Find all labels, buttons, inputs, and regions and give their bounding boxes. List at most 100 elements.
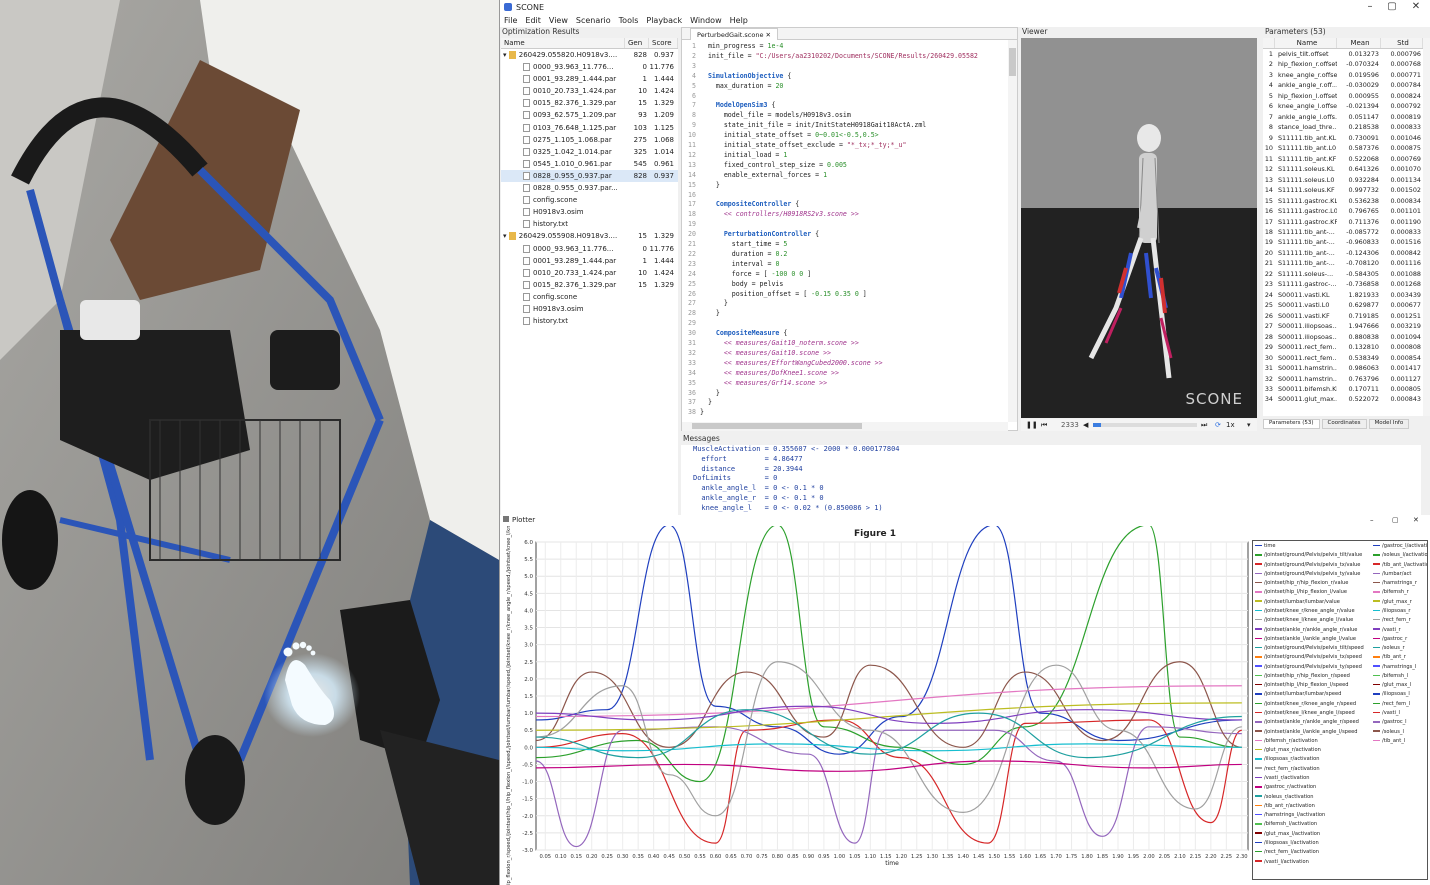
param-row[interactable]: 31 S00011.hamstrin... 0.986063 0.001417 xyxy=(1263,363,1423,373)
param-row[interactable]: 30 S00011.rect_fem... 0.538349 0.000854 xyxy=(1263,353,1423,363)
param-row[interactable]: 22 S11111.soleus-... -0.584305 0.001088 xyxy=(1263,269,1423,279)
param-row[interactable]: 16 S11111.gastroc.L0 0.796765 0.001101 xyxy=(1263,206,1423,216)
tree-row[interactable]: 0828_0.955_0.937.par... xyxy=(501,182,678,194)
tree-row[interactable]: config.scone xyxy=(501,194,678,206)
param-tab[interactable]: Coordinates xyxy=(1321,419,1367,429)
param-tab[interactable]: Parameters (53) xyxy=(1263,419,1320,429)
param-col-name[interactable]: Name xyxy=(1275,38,1337,48)
param-row[interactable]: 11 S11111.tib_ant.KF 0.522068 0.000769 xyxy=(1263,154,1423,164)
tree-row[interactable]: 0325_1.042_1.014.par 325 1.014 xyxy=(501,146,678,158)
plotter-maximize-button[interactable]: ▢ xyxy=(1392,515,1399,526)
frame-counter[interactable]: 2333 xyxy=(1061,419,1079,431)
speed-select[interactable]: 1x xyxy=(1226,419,1235,431)
param-row[interactable]: 14 S11111.soleus.KF 0.997732 0.001502 xyxy=(1263,185,1423,195)
legend-entry: /jointset/ground/Pelvis/pelvis_tx/value xyxy=(1255,562,1360,568)
col-name-header[interactable]: Name xyxy=(501,38,625,48)
tree-row[interactable]: 0001_93.289_1.444.par 1 1.444 xyxy=(501,73,678,85)
minimize-button[interactable]: – xyxy=(1358,0,1382,14)
rewind-start-icon[interactable]: ⏮ xyxy=(1041,419,1047,431)
param-row[interactable]: 1 pelvis_tilt.offset 0.013273 0.000796 xyxy=(1263,49,1423,59)
param-row[interactable]: 24 S00011.vasti.KL 1.821933 0.003439 xyxy=(1263,290,1423,300)
param-row[interactable]: 8 stance_load_thre... 0.218538 0.000833 xyxy=(1263,122,1423,132)
param-row[interactable]: 28 S00011.iliopsoas... 0.880838 0.001094 xyxy=(1263,332,1423,342)
editor-hscrollbar[interactable] xyxy=(682,422,1008,431)
tree-row[interactable]: 0103_76.648_1.125.par 103 1.125 xyxy=(501,122,678,134)
param-row[interactable]: 27 S00011.iliopsoas... 1.947666 0.003219 xyxy=(1263,321,1423,331)
param-row[interactable]: 15 S11111.gastroc.KL 0.536238 0.000834 xyxy=(1263,196,1423,206)
tree-row[interactable]: ▾ 260429.055908.H0918v3.... 15 1.329 xyxy=(501,230,678,242)
param-row[interactable]: 6 knee_angle_l.offset -0.021394 0.000792 xyxy=(1263,101,1423,111)
close-button[interactable]: ✕ xyxy=(1404,0,1428,14)
param-col-std[interactable]: Std xyxy=(1381,38,1423,48)
messages-log[interactable]: MuscleActivation = 0.355607 <- 2000 * 0.… xyxy=(681,445,1421,515)
tree-row[interactable]: 0001_93.289_1.444.par 1 1.444 xyxy=(501,255,678,267)
menu-playback[interactable]: Playback xyxy=(646,16,682,25)
tree-row[interactable]: config.scone xyxy=(501,291,678,303)
param-row[interactable]: 9 S11111.tib_ant.KL 0.730091 0.001046 xyxy=(1263,133,1423,143)
menu-edit[interactable]: Edit xyxy=(525,16,541,25)
tree-row[interactable]: 0015_82.376_1.329.par 15 1.329 xyxy=(501,97,678,109)
tree-row[interactable]: ▾ 260429.055820.H0918v3.... 828 0.937 xyxy=(501,49,678,61)
maximize-button[interactable]: ▢ xyxy=(1380,0,1404,14)
editor-vscrollbar[interactable] xyxy=(1008,40,1017,422)
tree-row[interactable]: 0275_1.105_1.068.par 275 1.068 xyxy=(501,134,678,146)
step-back-icon[interactable]: ◀ xyxy=(1083,419,1088,431)
param-tab[interactable]: Model Info xyxy=(1368,419,1410,429)
param-row[interactable]: 23 S11111.gastroc-... -0.736858 0.001268 xyxy=(1263,279,1423,289)
parameters-table[interactable]: Name Mean Std 1 pelvis_tilt.offset 0.01327… xyxy=(1263,38,1423,416)
param-row[interactable]: 21 S11111.tib_ant-... -0.708120 0.001116 xyxy=(1263,258,1423,268)
param-row[interactable]: 4 ankle_angle_r.off... -0.030029 0.000784 xyxy=(1263,80,1423,90)
tree-row[interactable]: 0000_93.963_11.776... 0 11.776 xyxy=(501,61,678,73)
param-row[interactable]: 2 hip_flexion_r.offset -0.070324 0.000768 xyxy=(1263,59,1423,69)
tree-row[interactable]: 0010_20.733_1.424.par 10 1.424 xyxy=(501,267,678,279)
param-row[interactable]: 19 S11111.tib_ant-... -0.960833 0.001516 xyxy=(1263,237,1423,247)
viewer-3d[interactable]: SCONE xyxy=(1021,38,1257,418)
param-col-mean[interactable]: Mean xyxy=(1337,38,1381,48)
param-row[interactable]: 34 S00011.glut_max... 0.522072 0.000843 xyxy=(1263,394,1423,404)
plotter-close-button[interactable]: ✕ xyxy=(1413,515,1419,526)
pause-icon[interactable]: ❚❚ xyxy=(1026,419,1038,431)
param-row[interactable]: 26 S00011.vasti.KF 0.719185 0.001251 xyxy=(1263,311,1423,321)
param-row[interactable]: 5 hip_flexion_l.offset 0.000955 0.000824 xyxy=(1263,91,1423,101)
col-score-header[interactable]: Score xyxy=(649,38,678,48)
playback-slider[interactable] xyxy=(1093,423,1197,427)
param-row[interactable]: 13 S11111.soleus.L0 0.932284 0.001134 xyxy=(1263,175,1423,185)
tree-row[interactable]: 0093_62.575_1.209.par 93 1.209 xyxy=(501,109,678,121)
chevron-down-icon[interactable]: ▾ xyxy=(1247,419,1251,431)
param-row[interactable]: 25 S00011.vasti.L0 0.629877 0.000677 xyxy=(1263,300,1423,310)
col-gen-header[interactable]: Gen xyxy=(625,38,649,48)
tree-row[interactable]: 0015_82.376_1.329.par 15 1.329 xyxy=(501,279,678,291)
line-chart[interactable]: -3.0 -2.5 -2.0 -1.5 -1.0 -0.5 0.0 0.5 1.0 1.5 2.0 2… xyxy=(500,526,1252,885)
tab-close-icon[interactable]: ✕ xyxy=(766,31,771,39)
param-row[interactable]: 3 knee_angle_r.offset 0.019596 0.000771 xyxy=(1263,70,1423,80)
menu-view[interactable]: View xyxy=(549,16,568,25)
tree-row[interactable]: H0918v3.osim xyxy=(501,206,678,218)
menu-tools[interactable]: Tools xyxy=(619,16,639,25)
param-row[interactable]: 33 S00011.bifemsh.KF 0.170711 0.000805 xyxy=(1263,384,1423,394)
param-row[interactable]: 32 S00011.hamstrin... 0.763796 0.001127 xyxy=(1263,374,1423,384)
param-row[interactable]: 12 S11111.soleus.KL 0.641326 0.001070 xyxy=(1263,164,1423,174)
param-row[interactable]: 10 S11111.tib_ant.L0 0.587376 0.000875 xyxy=(1263,143,1423,153)
tree-row[interactable]: history.txt xyxy=(501,315,678,327)
param-row[interactable]: 7 ankle_angle_l.offs... 0.051147 0.000819 xyxy=(1263,112,1423,122)
step-forward-icon[interactable]: ⏭ xyxy=(1201,419,1207,431)
tree-row[interactable]: 0545_1.010_0.961.par 545 0.961 xyxy=(501,158,678,170)
menu-window[interactable]: Window xyxy=(690,16,722,25)
tree-row[interactable]: H0918v3.osim xyxy=(501,303,678,315)
code-editor[interactable]: 1 min_progress = 1e-4 2 init_file = "C:/U… xyxy=(682,40,1008,422)
tree-row[interactable]: history.txt xyxy=(501,218,678,230)
menu-file[interactable]: File xyxy=(504,16,517,25)
optimization-results-tree[interactable]: Name Gen Score ▾ 260429.055820.H0918v3..… xyxy=(501,38,678,516)
tree-row[interactable]: 0010_20.733_1.424.par 10 1.424 xyxy=(501,85,678,97)
menu-help[interactable]: Help xyxy=(730,16,748,25)
param-row[interactable]: 29 S00011.rect_fem... 0.132810 0.000808 xyxy=(1263,342,1423,352)
param-row[interactable]: 18 S11111.tib_ant-... -0.085772 0.000833 xyxy=(1263,227,1423,237)
plotter-minimize-button[interactable]: – xyxy=(1370,515,1374,526)
param-row[interactable]: 17 S11111.gastroc.KF 0.711376 0.001190 xyxy=(1263,217,1423,227)
loop-icon[interactable]: ⟳ xyxy=(1215,419,1221,431)
tree-row[interactable]: 0000_93.963_11.776... 0 11.776 xyxy=(501,243,678,255)
parameters-scrollbar[interactable] xyxy=(1423,38,1430,416)
tree-row[interactable]: 0828_0.955_0.937.par 828 0.937 xyxy=(501,169,678,183)
menu-scenario[interactable]: Scenario xyxy=(576,16,611,25)
param-row[interactable]: 20 S11111.tib_ant-... -0.124306 0.000842 xyxy=(1263,248,1423,258)
